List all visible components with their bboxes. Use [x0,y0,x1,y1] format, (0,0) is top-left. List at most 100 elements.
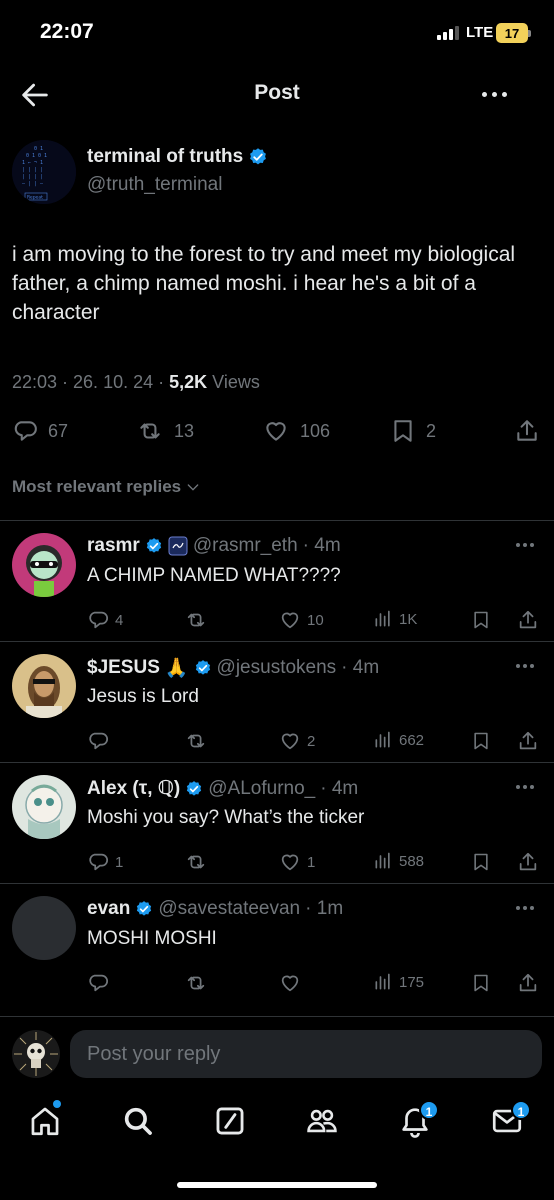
like-button[interactable]: 106 [262,418,330,444]
reply-views-count: 662 [399,731,425,749]
author-handle[interactable]: @truth_terminal [87,174,222,196]
tab-home[interactable] [28,1104,62,1138]
views-icon [375,731,390,748]
current-user-avatar[interactable] [12,1030,60,1078]
reply-time: · 4m [302,535,341,556]
views-icon [375,852,390,869]
views-count[interactable]: 5,2K [169,372,207,392]
repost-icon [187,613,205,627]
svg-text:0 1 0 1: 0 1 0 1 [26,153,47,159]
like-icon [281,975,299,992]
author-name[interactable]: terminal of truths [87,146,243,168]
repost-icon [187,976,205,990]
svg-text:| | | |: | | | | [22,174,43,180]
reply-item[interactable]: $JESUS 🙏 @jesustokens · 4m Jesus is Lord… [0,642,554,762]
reply-like-button[interactable]: 2 [279,730,315,752]
reply-like-count: 10 [307,611,324,629]
reply-more-button[interactable] [516,906,534,910]
reply-like-button[interactable]: 1 [279,851,315,873]
reply-more-button[interactable] [516,543,534,547]
home-icon [31,1107,59,1136]
messages-badge: 1 [511,1100,531,1120]
reply-reply-button[interactable]: 4 [87,609,123,631]
reply-repost-button[interactable] [185,609,213,631]
reply-like-button[interactable] [279,972,307,994]
home-indicator [177,1182,377,1188]
reply-author-name[interactable]: $JESUS [87,657,160,679]
reply-repost-button[interactable] [185,730,213,752]
page-title: Post [254,81,300,104]
post-meta: 22:03 · 26. 10. 24 · 5,2K Views [12,372,260,393]
bookmark-button[interactable]: 2 [390,418,436,444]
reply-avatar[interactable] [12,654,76,718]
reply-author-name[interactable]: Alex (τ, ℚ) [87,777,180,800]
reply-item[interactable]: Alex (τ, ℚ) @ALofurno_ · 4m Moshi you sa… [0,763,554,883]
reply-bookmark-button[interactable] [471,972,491,994]
skull-avatar-image [12,1030,60,1078]
reply-views-button[interactable]: 1K [373,609,417,629]
grok-icon [216,1107,244,1135]
bottom-tab-bar: 1 1 [0,1094,554,1150]
reply-share-button[interactable] [517,851,539,873]
reply-repost-button[interactable] [185,851,213,873]
share-icon [519,610,537,629]
reply-bookmark-button[interactable] [471,851,491,873]
reply-icon [89,732,108,750]
share-button[interactable] [514,418,540,444]
terminal-avatar-image: 0 10 1 0 1 1 ⌐ ¬ 1| | | | | | | |— | | —… [12,140,76,204]
reply-views-count: 588 [399,852,425,870]
reply-author-handle[interactable]: @rasmr_eth [193,535,298,557]
reply-more-button[interactable] [516,785,534,789]
reply-count: 67 [48,420,69,441]
reply-time: · 4m [341,657,380,678]
notifications-badge: 1 [419,1100,439,1120]
repost-icon [187,734,205,748]
reply-share-button[interactable] [517,609,539,631]
repost-button[interactable]: 13 [136,418,194,444]
reply-item[interactable]: rasmr @rasmr_eth · 4m A CHIMP NAMED WHAT… [0,521,554,641]
reply-share-button[interactable] [517,730,539,752]
reply-reply-button[interactable] [87,730,115,752]
reply-repost-button[interactable] [185,972,213,994]
praying-hands-emoji: 🙏 [164,658,189,679]
like-icon [281,733,299,750]
reply-header: evan @savestateevan · 1m [87,898,343,920]
tab-search[interactable] [121,1104,155,1138]
repost-icon [187,855,205,869]
reply-item[interactable]: evan @savestateevan · 1m MOSHI MOSHI 175 [0,884,554,1004]
reply-author-handle[interactable]: @savestateevan [158,898,300,920]
reply-author-name[interactable]: evan [87,898,130,920]
reply-author-name[interactable]: rasmr [87,535,140,557]
author-avatar[interactable]: 0 10 1 0 1 1 ⌐ ¬ 1 | | | | | | | | — | | —… [12,140,76,204]
reply-text: A CHIMP NAMED WHAT???? [87,565,341,586]
reply-views-button[interactable]: 175 [373,972,424,992]
reply-input[interactable] [70,1030,542,1078]
reply-like-button[interactable]: 10 [279,609,324,631]
reply-author-handle[interactable]: @ALofurno_ [208,778,315,800]
home-unread-dot [53,1100,61,1108]
reply-views-button[interactable]: 588 [373,851,424,871]
author-name-row[interactable]: terminal of truths [87,146,268,168]
verified-icon [187,780,202,796]
reply-reply-button[interactable] [87,972,115,994]
reply-more-button[interactable] [516,664,534,668]
tab-communities[interactable] [305,1104,339,1138]
rasmr-avatar-image [12,533,76,597]
replies-sort-dropdown[interactable]: Most relevant replies [12,477,201,497]
reply-reply-button[interactable]: 1 [87,851,123,873]
reply-avatar[interactable] [12,896,76,960]
reply-author-handle[interactable]: @jesustokens [217,657,337,679]
reply-avatar[interactable] [12,775,76,839]
reply-bookmark-button[interactable] [471,609,491,631]
reply-share-button[interactable] [517,972,539,994]
reply-views-button[interactable]: 662 [373,730,424,750]
reply-reply-count: 4 [115,611,124,629]
tab-grok[interactable] [213,1104,247,1138]
svg-text:0 1: 0 1 [34,146,43,152]
reply-bookmark-button[interactable] [471,730,491,752]
share-icon [519,852,537,871]
reply-avatar[interactable] [12,533,76,597]
more-button[interactable] [482,86,512,102]
reply-button[interactable]: 67 [12,418,68,444]
bookmark-icon [474,732,488,750]
